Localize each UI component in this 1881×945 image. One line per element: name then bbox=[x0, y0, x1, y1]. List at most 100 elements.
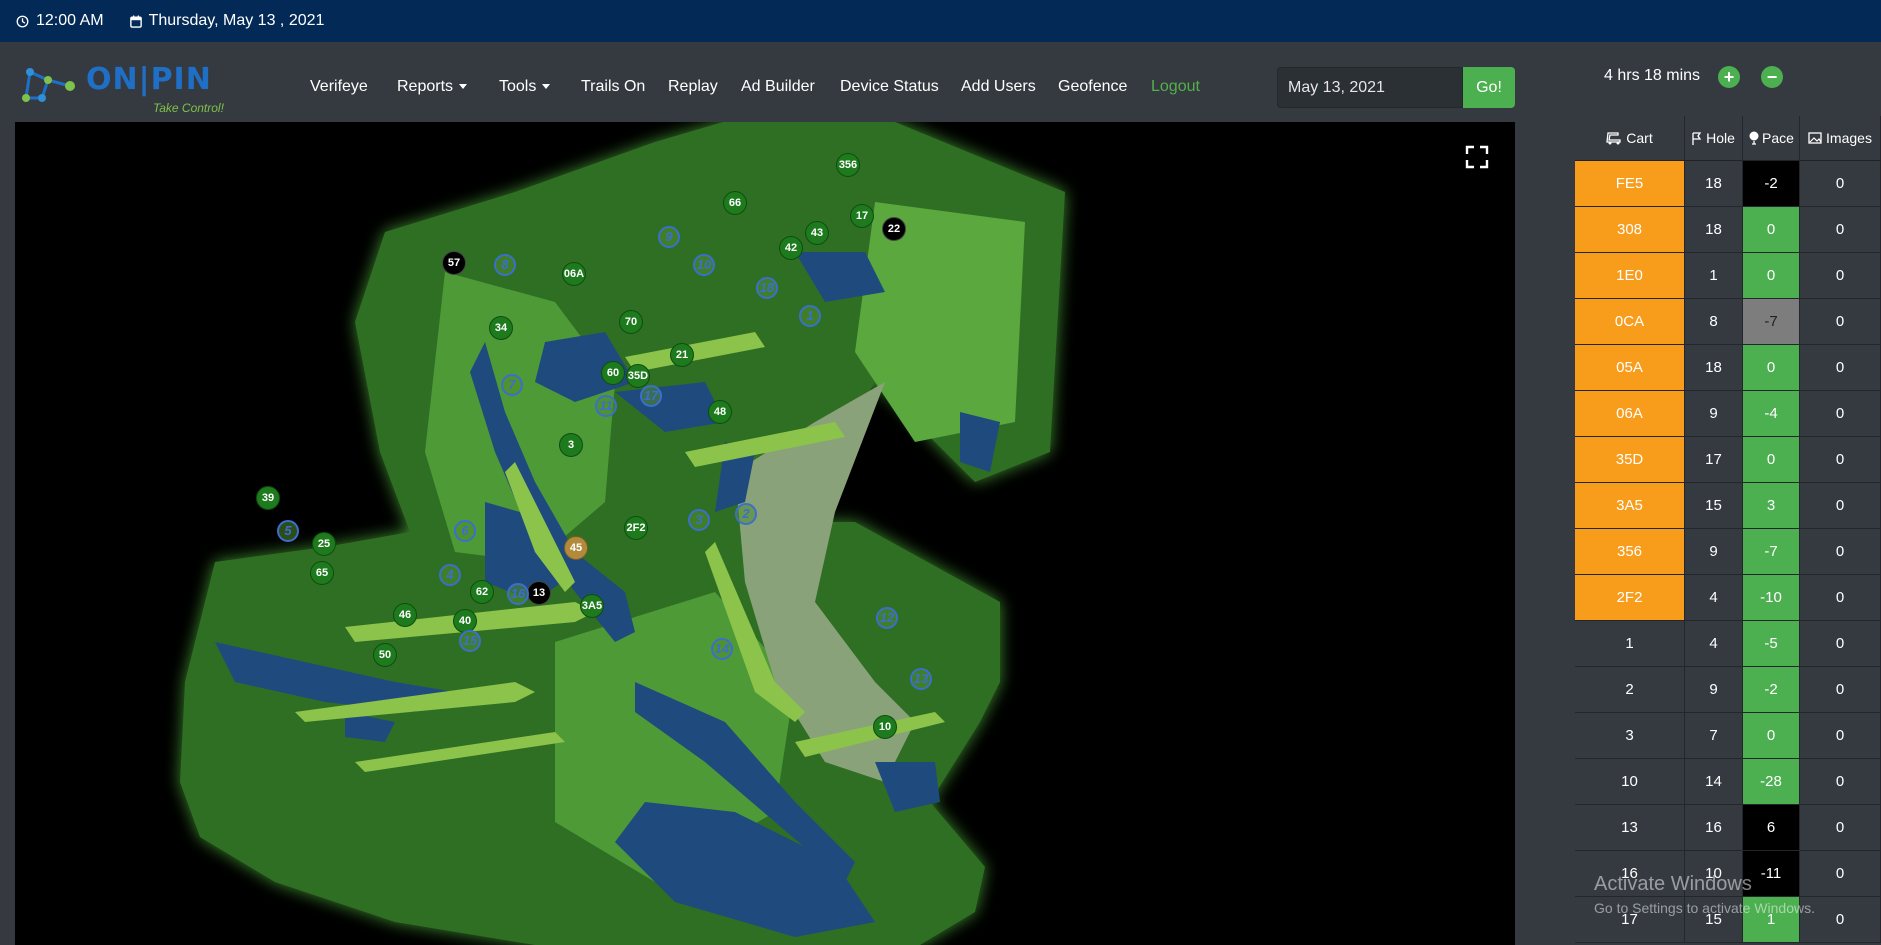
cart-marker[interactable]: 70 bbox=[619, 310, 643, 334]
hole-label: 16 bbox=[507, 583, 529, 605]
current-time: 12:00 AM bbox=[36, 12, 104, 29]
date-input[interactable]: May 13, 2021 bbox=[1277, 67, 1463, 108]
cart-marker[interactable]: 46 bbox=[393, 603, 417, 627]
increase-button[interactable]: + bbox=[1718, 66, 1740, 88]
cell-images: 0 bbox=[1800, 161, 1881, 206]
table-row[interactable]: 05A 18 0 0 bbox=[1575, 345, 1881, 391]
cell-images: 0 bbox=[1800, 897, 1881, 942]
cart-marker[interactable]: 3 bbox=[559, 433, 583, 457]
nav-tools-dropdown[interactable]: Tools bbox=[499, 78, 551, 96]
nav-replay[interactable]: Replay bbox=[668, 78, 718, 96]
nav-logout[interactable]: Logout bbox=[1151, 78, 1200, 96]
flag-icon bbox=[1692, 131, 1702, 145]
cart-marker[interactable]: 45 bbox=[564, 536, 588, 560]
table-row[interactable]: 308 18 0 0 bbox=[1575, 207, 1881, 253]
cell-images: 0 bbox=[1800, 851, 1881, 896]
nav-trails-on[interactable]: Trails On bbox=[581, 78, 645, 96]
nav-ad-builder[interactable]: Ad Builder bbox=[741, 78, 815, 96]
table-row[interactable]: 356 9 -7 0 bbox=[1575, 529, 1881, 575]
table-row[interactable]: 3A5 15 3 0 bbox=[1575, 483, 1881, 529]
cell-images: 0 bbox=[1800, 713, 1881, 758]
cell-images: 0 bbox=[1800, 437, 1881, 482]
header-images[interactable]: Images bbox=[1800, 116, 1881, 160]
cart-marker[interactable]: 3A5 bbox=[580, 594, 604, 618]
nav-geofence[interactable]: Geofence bbox=[1058, 78, 1127, 96]
cart-marker[interactable]: 65 bbox=[310, 561, 334, 585]
cart-marker[interactable]: 356 bbox=[836, 153, 860, 177]
cart-marker[interactable]: 10 bbox=[873, 715, 897, 739]
table-row[interactable]: 3 7 0 0 bbox=[1575, 713, 1881, 759]
header-pace-label: Pace bbox=[1762, 130, 1794, 146]
cart-marker[interactable]: 25 bbox=[312, 532, 336, 556]
cell-hole: 17 bbox=[1685, 437, 1743, 482]
cart-marker[interactable]: 60 bbox=[601, 361, 625, 385]
table-row[interactable]: 2 9 -2 0 bbox=[1575, 667, 1881, 713]
cell-pace: 0 bbox=[1743, 253, 1800, 298]
cell-images: 0 bbox=[1800, 621, 1881, 666]
cart-marker[interactable]: 21 bbox=[670, 343, 694, 367]
cart-marker[interactable]: 2F2 bbox=[624, 516, 648, 540]
cell-hole: 1 bbox=[1685, 253, 1743, 298]
cart-marker[interactable]: 57 bbox=[442, 251, 466, 275]
course-map[interactable]: 356 66 17 22 43 42 57 06A 70 21 60 35D 4… bbox=[15, 122, 1515, 945]
nav-device-status[interactable]: Device Status bbox=[840, 78, 939, 96]
cart-marker[interactable]: 42 bbox=[779, 236, 803, 260]
cell-pace: 1 bbox=[1743, 897, 1800, 942]
cart-marker[interactable]: 66 bbox=[723, 191, 747, 215]
table-row[interactable]: 2F2 4 -10 0 bbox=[1575, 575, 1881, 621]
cell-pace: 3 bbox=[1743, 483, 1800, 528]
table-row[interactable]: 0CA 8 -7 0 bbox=[1575, 299, 1881, 345]
header-hole[interactable]: Hole bbox=[1685, 116, 1743, 160]
cell-cart: 0CA bbox=[1575, 299, 1685, 344]
hole-label: 17 bbox=[640, 385, 662, 407]
fullscreen-icon[interactable] bbox=[1465, 145, 1489, 169]
header-cart[interactable]: Cart bbox=[1575, 116, 1685, 160]
header-pace[interactable]: Pace bbox=[1743, 116, 1800, 160]
go-button[interactable]: Go! bbox=[1463, 67, 1515, 108]
cell-hole: 18 bbox=[1685, 345, 1743, 390]
nav-add-users[interactable]: Add Users bbox=[961, 78, 1036, 96]
onpin-logo[interactable]: ON|PIN Take Control! bbox=[22, 60, 232, 116]
cell-pace: -2 bbox=[1743, 161, 1800, 206]
cell-pace: 6 bbox=[1743, 805, 1800, 850]
table-row[interactable]: 13 16 6 0 bbox=[1575, 805, 1881, 851]
table-row[interactable]: 06A 9 -4 0 bbox=[1575, 391, 1881, 437]
cart-marker[interactable]: 50 bbox=[373, 643, 397, 667]
table-row[interactable]: 1 4 -5 0 bbox=[1575, 621, 1881, 667]
cell-hole: 4 bbox=[1685, 575, 1743, 620]
table-row[interactable]: FE5 18 -2 0 bbox=[1575, 161, 1881, 207]
cell-hole: 18 bbox=[1685, 161, 1743, 206]
decrease-button[interactable]: − bbox=[1761, 66, 1783, 88]
cell-pace: 0 bbox=[1743, 713, 1800, 758]
cart-marker[interactable]: 13 bbox=[527, 581, 551, 605]
cart-marker[interactable]: 48 bbox=[708, 400, 732, 424]
nav-reports-label: Reports bbox=[397, 78, 454, 95]
cart-marker[interactable]: 39 bbox=[256, 486, 280, 510]
table-row[interactable]: 35D 17 0 0 bbox=[1575, 437, 1881, 483]
cart-marker[interactable]: 62 bbox=[470, 580, 494, 604]
cart-marker[interactable]: 17 bbox=[850, 204, 874, 228]
nav-reports-dropdown[interactable]: Reports bbox=[397, 78, 468, 96]
cell-cart: 3A5 bbox=[1575, 483, 1685, 528]
table-row[interactable]: 10 14 -28 0 bbox=[1575, 759, 1881, 805]
cart-marker[interactable]: 35D bbox=[626, 364, 650, 388]
cell-images: 0 bbox=[1800, 391, 1881, 436]
hole-label: 14 bbox=[711, 638, 733, 660]
cart-marker[interactable]: 06A bbox=[562, 262, 586, 286]
cell-hole: 8 bbox=[1685, 299, 1743, 344]
cart-marker[interactable]: 40 bbox=[453, 609, 477, 633]
cell-pace: -7 bbox=[1743, 299, 1800, 344]
nav-verifeye[interactable]: Verifeye bbox=[310, 78, 368, 96]
cell-pace: -28 bbox=[1743, 759, 1800, 804]
table-row[interactable]: 17 15 1 0 bbox=[1575, 897, 1881, 943]
hole-label: 18 bbox=[756, 277, 778, 299]
cart-marker[interactable]: 34 bbox=[489, 316, 513, 340]
table-row[interactable]: 1E0 1 0 0 bbox=[1575, 253, 1881, 299]
cart-marker[interactable]: 22 bbox=[882, 217, 906, 241]
table-header: Cart Hole Pace Images bbox=[1575, 116, 1881, 161]
cart-marker[interactable]: 43 bbox=[805, 221, 829, 245]
cell-cart: 05A bbox=[1575, 345, 1685, 390]
hole-label: 9 bbox=[658, 226, 680, 248]
table-row[interactable]: 16 10 -11 0 bbox=[1575, 851, 1881, 897]
top-status-bar: 12:00 AM Thursday, May 13 , 2021 bbox=[0, 0, 1881, 42]
